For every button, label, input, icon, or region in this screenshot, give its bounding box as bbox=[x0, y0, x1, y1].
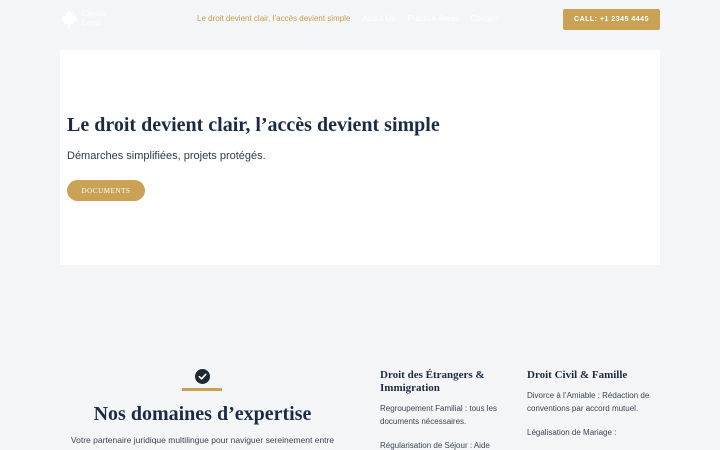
documents-button[interactable]: DOCUMENTS bbox=[67, 180, 145, 201]
logo[interactable]: Canada Legal bbox=[60, 8, 122, 30]
column-item: Regroupement Familial : tous les documen… bbox=[380, 404, 497, 426]
hero-title: Le droit devient clair, l’accès devient … bbox=[67, 114, 440, 136]
nav-link-contact[interactable]: Contact bbox=[471, 14, 499, 23]
logo-line-1: Canada bbox=[82, 9, 108, 18]
maple-leaf-icon bbox=[60, 9, 78, 29]
logo-line-2: Legal bbox=[82, 18, 102, 27]
expertise-intro: Votre partenaire juridique multilingue p… bbox=[70, 435, 335, 445]
expertise-title: Nos domaines d’expertise bbox=[93, 403, 312, 425]
expertise-column-immigration: Droit des Étrangers & Immigration Regrou… bbox=[380, 369, 515, 450]
logo-text: Canada Legal bbox=[82, 9, 107, 27]
column-item: Régularisation de Séjour : Aide bbox=[380, 441, 490, 450]
nav-link-practice-areas[interactable]: Practice Areas bbox=[407, 14, 459, 23]
nav-link-about[interactable]: About Us bbox=[362, 14, 395, 23]
column-title: Droit des Étrangers & Immigration bbox=[380, 369, 485, 394]
expertise-column-civil-family: Droit Civil & Famille Divorce à l’Amiabl… bbox=[527, 369, 662, 450]
main-nav: Le droit devient clair, l’accès devient … bbox=[197, 14, 498, 23]
hero-card: Le droit devient clair, l’accès devient … bbox=[60, 50, 660, 265]
column-item: Divorce à l’Amiable : Rédaction de conve… bbox=[527, 391, 650, 413]
check-circle-icon bbox=[195, 369, 210, 384]
hero-subtitle: Démarches simplifiées, projets protégés. bbox=[67, 150, 266, 162]
column-item: Légalisation de Mariage : bbox=[527, 428, 617, 437]
call-button[interactable]: CALL: +1 2345 4445 bbox=[563, 9, 660, 30]
gold-divider bbox=[182, 388, 222, 391]
column-title: Droit Civil & Famille bbox=[527, 369, 628, 381]
site-header: Canada Legal Le droit devient clair, l’a… bbox=[0, 0, 720, 40]
nav-link-home[interactable]: Le droit devient clair, l’accès devient … bbox=[197, 14, 350, 23]
